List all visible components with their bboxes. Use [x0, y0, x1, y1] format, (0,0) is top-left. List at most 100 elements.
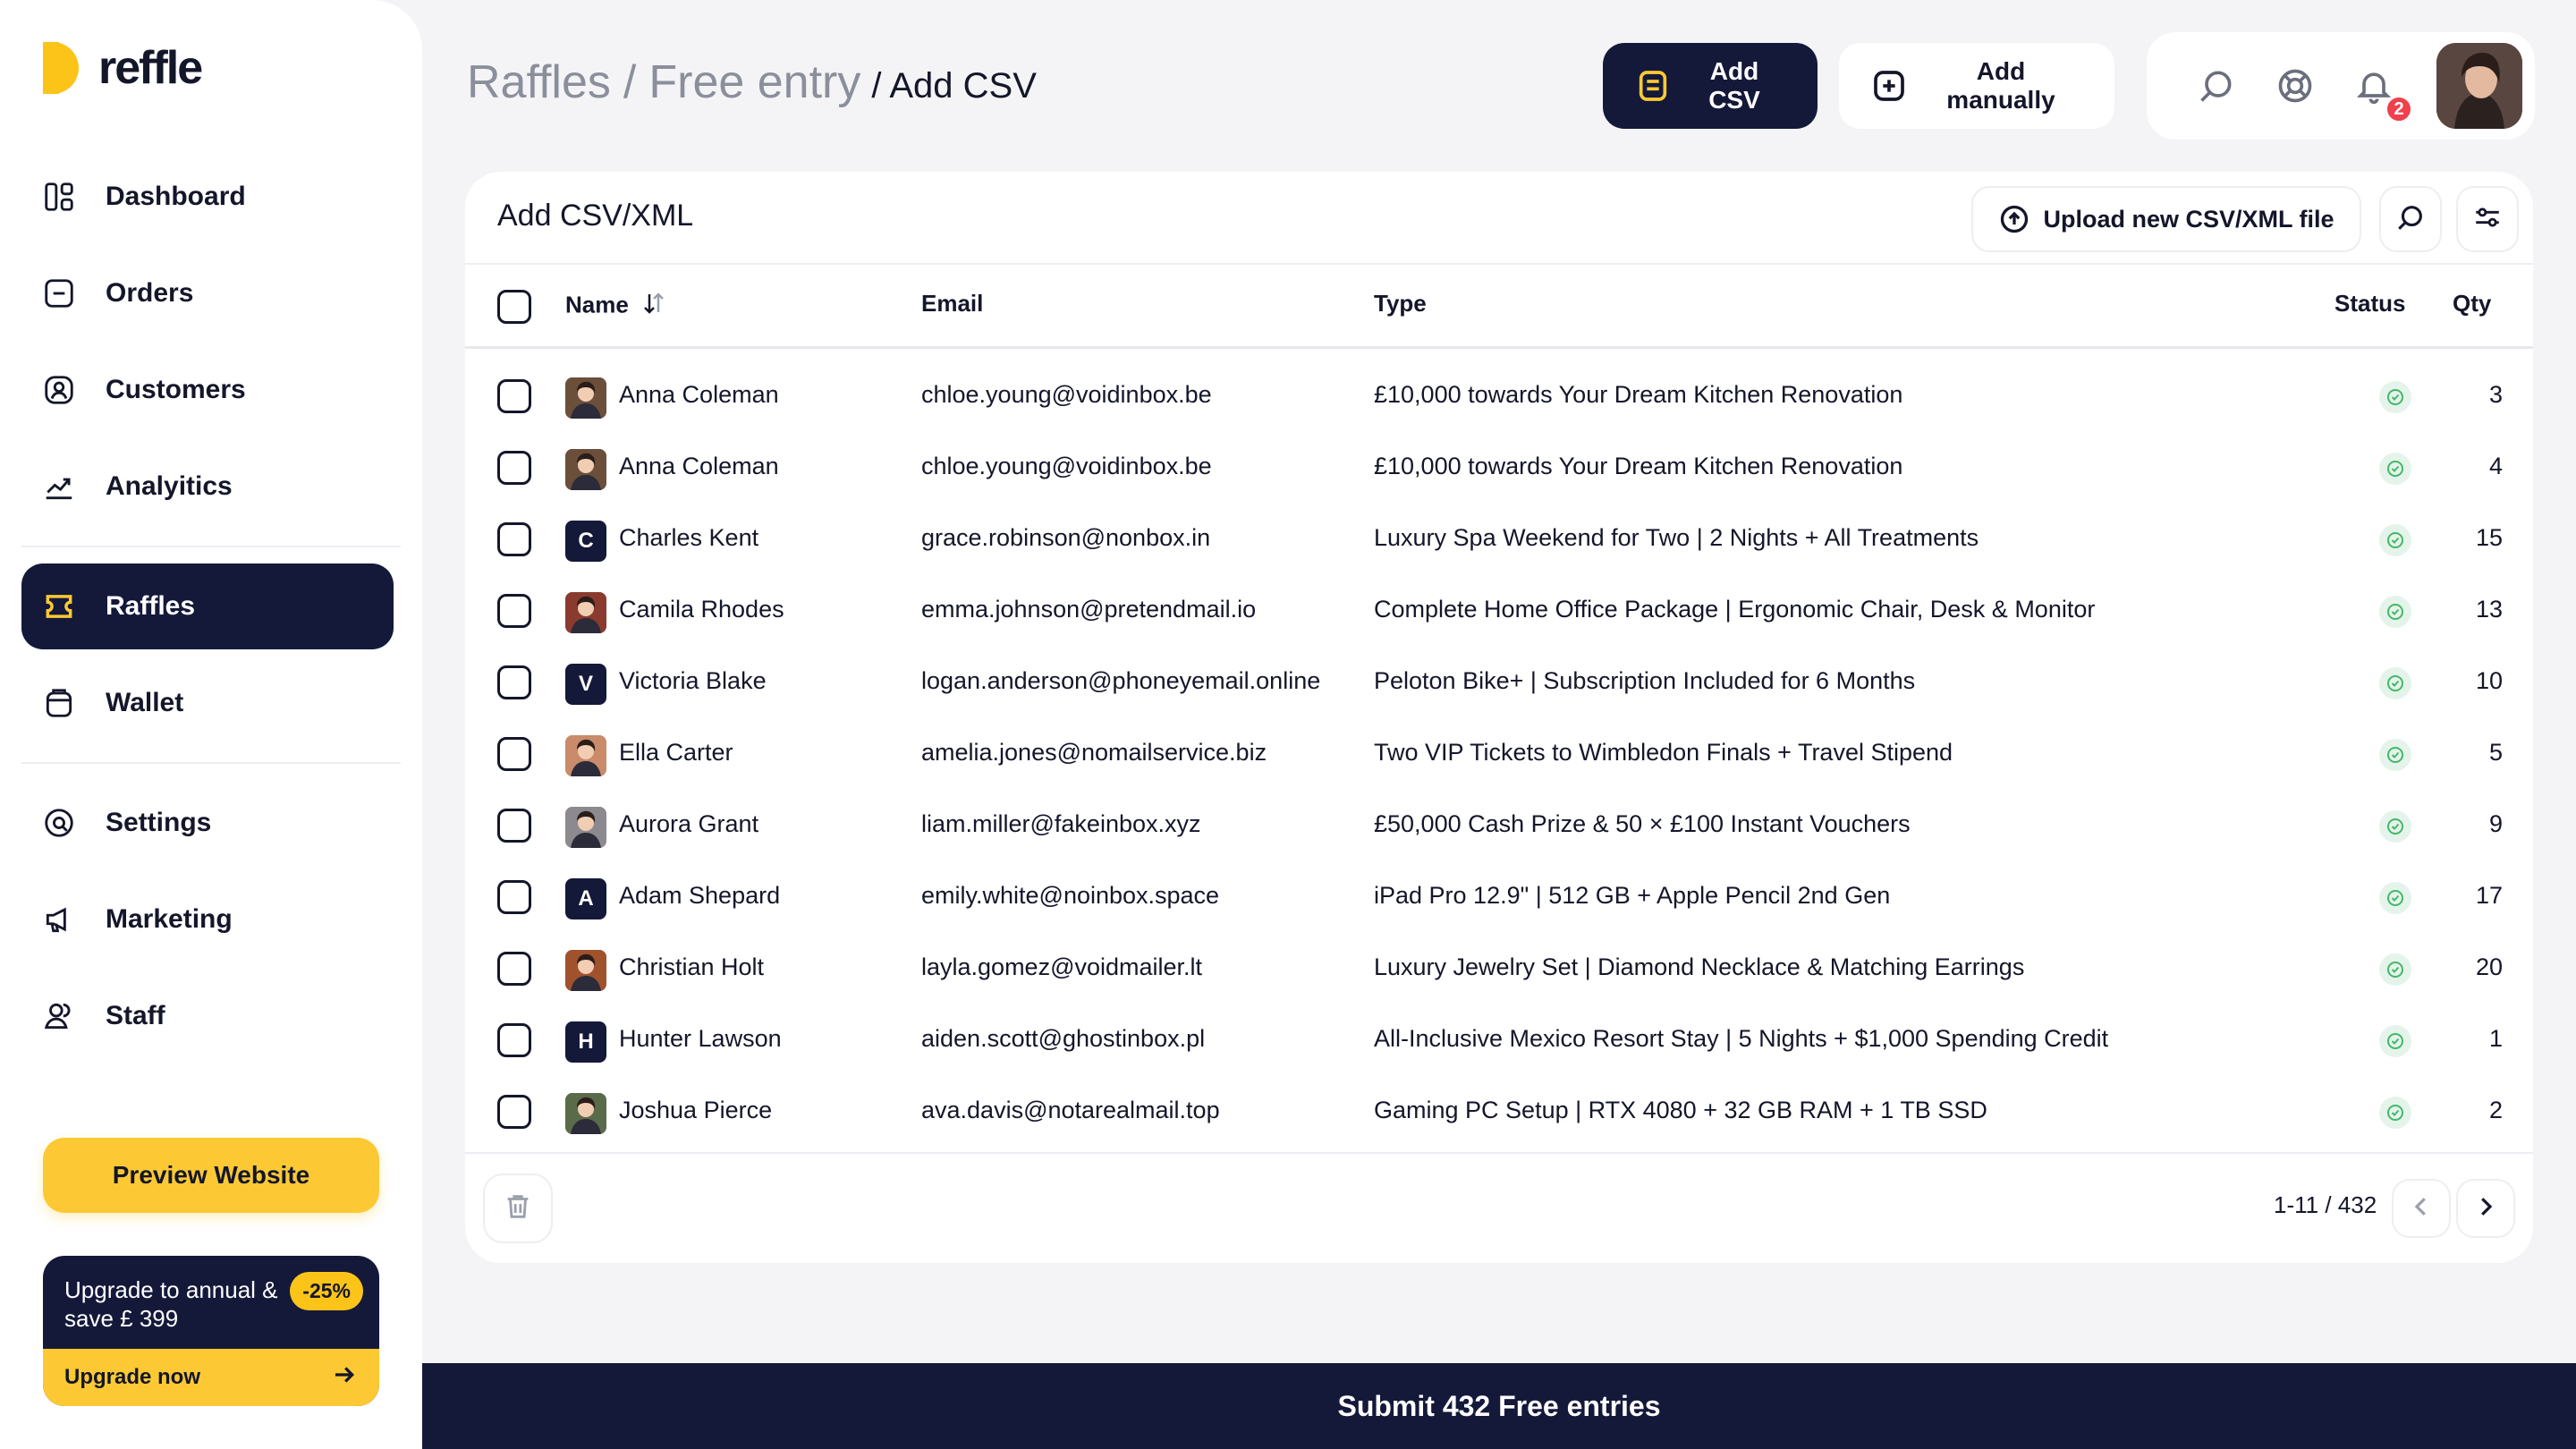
row-name[interactable]: Anna Coleman [619, 453, 779, 480]
row-checkbox[interactable] [497, 952, 531, 986]
table-row[interactable]: Aurora Grant liam.miller@fakeinbox.xyz £… [465, 791, 2533, 862]
sort-icon[interactable] [640, 290, 667, 323]
row-type: Gaming PC Setup | RTX 4080 + 32 GB RAM +… [1374, 1097, 1987, 1123]
sidebar-item-raffles[interactable]: Raffles [21, 564, 394, 649]
upgrade-card: Upgrade to annual & save £ 399 -25% Upgr… [43, 1256, 379, 1406]
discount-badge: -25% [290, 1272, 363, 1310]
row-name[interactable]: Camila Rhodes [619, 596, 784, 623]
table-row[interactable]: Anna Coleman chloe.young@voidinbox.be £1… [465, 433, 2533, 504]
settings-icon [41, 805, 77, 841]
row-qty: 1 [2488, 1025, 2503, 1052]
next-page-button[interactable] [2456, 1179, 2515, 1238]
user-avatar[interactable] [2436, 43, 2522, 129]
csv-card: Add CSV/XML Upload new CSV/XML file Name [465, 172, 2533, 1263]
sidebar-item-orders[interactable]: Orders [21, 250, 394, 336]
help-icon[interactable] [2274, 64, 2317, 107]
trash-icon [503, 1191, 533, 1226]
breadcrumb-raffles[interactable]: Raffles [467, 55, 611, 109]
analytics-icon [41, 469, 77, 504]
upload-file-button[interactable]: Upload new CSV/XML file [1971, 186, 2361, 252]
row-checkbox[interactable] [497, 379, 531, 413]
row-name[interactable]: Christian Holt [619, 953, 764, 981]
csv-file-icon [1635, 68, 1671, 104]
row-name[interactable]: Adam Shepard [619, 882, 780, 910]
delete-button[interactable] [483, 1174, 553, 1243]
table-row[interactable]: Joshua Pierce ava.davis@notarealmail.top… [465, 1077, 2533, 1148]
row-checkbox[interactable] [497, 1023, 531, 1057]
column-qty: Qty [2453, 290, 2492, 317]
row-name[interactable]: Anna Coleman [619, 381, 779, 409]
row-checkbox[interactable] [497, 522, 531, 556]
logo-text: reffle [98, 42, 203, 94]
row-email: layla.gomez@voidmailer.lt [921, 953, 1203, 980]
row-checkbox[interactable] [497, 880, 531, 914]
add-manually-button[interactable]: Add manually [1839, 43, 2114, 129]
filter-button[interactable] [2456, 186, 2519, 252]
row-name[interactable]: Victoria Blake [619, 667, 767, 695]
avatar: C [565, 521, 606, 562]
row-checkbox[interactable] [497, 1095, 531, 1129]
row-email: aiden.scott@ghostinbox.pl [921, 1025, 1206, 1052]
row-name[interactable]: Ella Carter [619, 739, 733, 767]
avatar: H [565, 1021, 606, 1063]
row-checkbox[interactable] [497, 737, 531, 771]
breadcrumb-free-entry[interactable]: Free entry [648, 55, 860, 109]
status-check-icon [2379, 667, 2411, 699]
row-type: Peloton Bike+ | Subscription Included fo… [1374, 667, 1916, 694]
sidebar: reffle Dashboard Orders Customers Analyi… [0, 0, 422, 1449]
orders-icon [41, 275, 77, 311]
sidebar-item-settings[interactable]: Settings [21, 780, 394, 866]
table-search-button[interactable] [2379, 186, 2442, 252]
search-icon [2395, 202, 2426, 237]
megaphone-icon [41, 902, 77, 937]
sidebar-item-dashboard[interactable]: Dashboard [21, 154, 394, 240]
upgrade-now-button[interactable]: Upgrade now [43, 1349, 379, 1406]
sidebar-item-wallet[interactable]: Wallet [21, 660, 394, 746]
row-name[interactable]: Charles Kent [619, 524, 758, 552]
staff-icon [41, 998, 77, 1034]
row-name[interactable]: Aurora Grant [619, 810, 758, 838]
row-checkbox[interactable] [497, 809, 531, 843]
add-manually-label: Add manually [1946, 57, 2055, 114]
preview-website-button[interactable]: Preview Website [43, 1138, 379, 1213]
add-csv-button[interactable]: Add CSV [1603, 43, 1818, 129]
avatar [565, 449, 606, 490]
search-icon[interactable] [2195, 64, 2238, 107]
sidebar-item-marketing[interactable]: Marketing [21, 877, 394, 962]
table-row[interactable]: C Charles Kent grace.robinson@nonbox.in … [465, 504, 2533, 576]
column-name[interactable]: Name [565, 290, 667, 323]
chevron-right-icon [2472, 1193, 2499, 1224]
row-checkbox[interactable] [497, 665, 531, 699]
customers-icon [41, 372, 77, 408]
table-row[interactable]: V Victoria Blake logan.anderson@phoneyem… [465, 648, 2533, 719]
row-qty: 3 [2488, 381, 2503, 408]
sidebar-item-analytics[interactable]: Analyitics [21, 444, 394, 530]
select-all-checkbox[interactable] [497, 290, 531, 324]
table-row[interactable]: Camila Rhodes emma.johnson@pretendmail.i… [465, 576, 2533, 648]
row-name[interactable]: Hunter Lawson [619, 1025, 782, 1053]
row-name[interactable]: Joshua Pierce [619, 1097, 772, 1124]
status-check-icon [2379, 882, 2411, 914]
row-checkbox[interactable] [497, 594, 531, 628]
table-row[interactable]: H Hunter Lawson aiden.scott@ghostinbox.p… [465, 1005, 2533, 1077]
row-type: Luxury Spa Weekend for Two | 2 Nights + … [1374, 524, 1979, 551]
table-row[interactable]: Ella Carter amelia.jones@nomailservice.b… [465, 719, 2533, 791]
dashboard-icon [41, 179, 77, 215]
row-checkbox[interactable] [497, 451, 531, 485]
sidebar-item-customers[interactable]: Customers [21, 347, 394, 433]
sidebar-item-label: Customers [106, 375, 246, 404]
table-row[interactable]: A Adam Shepard emily.white@noinbox.space… [465, 862, 2533, 934]
submit-entries-button[interactable]: Submit 432 Free entries [422, 1363, 2576, 1449]
table-row[interactable]: Anna Coleman chloe.young@voidinbox.be £1… [465, 361, 2533, 433]
status-check-icon [2379, 810, 2411, 843]
table-row[interactable]: Christian Holt layla.gomez@voidmailer.lt… [465, 934, 2533, 1005]
sidebar-item-staff[interactable]: Staff [21, 973, 394, 1059]
row-qty: 2 [2488, 1097, 2503, 1123]
raffles-icon [41, 589, 77, 624]
sidebar-item-label: Marketing [106, 904, 233, 934]
page-title: / Add CSV [871, 66, 1037, 106]
card-header: Add CSV/XML Upload new CSV/XML file [465, 172, 2533, 265]
row-qty: 5 [2488, 739, 2503, 766]
prev-page-button[interactable] [2392, 1179, 2451, 1238]
logo[interactable]: reffle [43, 41, 203, 95]
